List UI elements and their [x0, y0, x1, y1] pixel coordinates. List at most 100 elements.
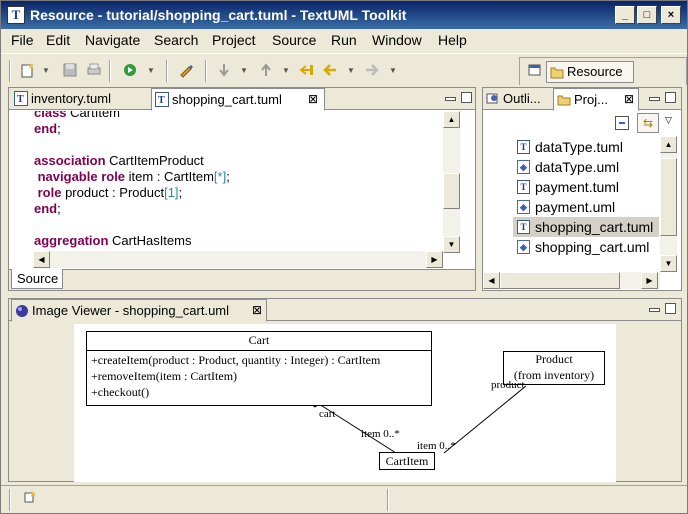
code-line: aggregation CartHasItems [34, 233, 192, 248]
minimize-view-icon[interactable] [649, 308, 660, 312]
save-icon[interactable] [61, 62, 79, 80]
resource-perspective-button[interactable]: Resource [546, 61, 634, 83]
forward-dropdown-icon[interactable]: ▼ [389, 66, 397, 75]
link-with-editor-icon[interactable]: ⇆ [637, 113, 659, 133]
code-area[interactable]: class CartItem end; association CartItem… [9, 111, 441, 253]
back-dropdown-icon[interactable]: ▼ [347, 66, 355, 75]
tab-label: inventory.tuml [31, 91, 111, 106]
main-window: T Resource - tutorial/shopping_cart.tuml… [0, 0, 688, 514]
menu-project[interactable]: Project [212, 32, 256, 48]
open-perspective-icon[interactable] [526, 62, 544, 80]
tree-item-payment-tuml[interactable]: Tpayment.tuml [513, 177, 619, 197]
toolbar-separator [9, 60, 11, 82]
next-annotation-icon[interactable] [215, 62, 233, 80]
menu-navigate[interactable]: Navigate [85, 32, 140, 48]
print-icon[interactable] [85, 62, 103, 80]
menu-source[interactable]: Source [272, 32, 316, 48]
scroll-down-icon[interactable]: ▼ [443, 236, 460, 253]
maximize-view-icon[interactable] [461, 92, 472, 103]
menu-edit[interactable]: Edit [46, 32, 70, 48]
scroll-left-icon[interactable]: ◀ [33, 251, 50, 268]
scroll-right-icon[interactable]: ▶ [641, 272, 658, 289]
association-item-product [443, 385, 527, 454]
menu-window[interactable]: Window [372, 32, 422, 48]
tab-shopping-cart[interactable]: T shopping_cart.tuml ⊠ [151, 88, 325, 111]
role-label-cart: cart [319, 408, 336, 420]
explorer-horizontal-scrollbar[interactable]: ◀ ▶ [483, 272, 660, 289]
menu-run[interactable]: Run [331, 32, 357, 48]
tree-item-datatype-tuml[interactable]: TdataType.tuml [513, 137, 623, 157]
scroll-up-icon[interactable]: ▲ [660, 136, 677, 153]
tuml-file-icon: T [517, 180, 530, 194]
close-tab-icon[interactable]: ⊠ [252, 300, 262, 321]
close-tab-icon[interactable]: ⊠ [308, 89, 318, 110]
menu-help[interactable]: Help [438, 32, 467, 48]
back-icon[interactable] [321, 62, 339, 80]
close-tab-icon[interactable]: ⊠ [624, 89, 634, 110]
tab-label: Proj... [574, 92, 608, 107]
scroll-thumb[interactable] [660, 158, 677, 236]
main-toolbar: ▼ ▼ ▼ ▼ ▼ ▼ Resource [1, 53, 687, 87]
tab-source[interactable]: Source [11, 269, 63, 289]
tree-item-label: payment.uml [535, 199, 616, 215]
role-label-item: item 0..* [361, 428, 400, 440]
editor-bottom-tabs: Source [9, 269, 475, 290]
scroll-down-icon[interactable]: ▼ [660, 255, 677, 272]
tree-item-label: dataType.tuml [535, 139, 623, 155]
menu-search[interactable]: Search [154, 32, 198, 48]
window-title: Resource - tutorial/shopping_cart.tuml -… [30, 7, 407, 23]
tree-item-payment-uml[interactable]: ◈ payment.uml [513, 197, 615, 217]
minimize-view-icon[interactable] [445, 97, 456, 101]
tree-item-label: payment.tuml [535, 179, 620, 195]
collapse-all-icon[interactable] [615, 116, 629, 130]
next-annotation-dropdown-icon[interactable]: ▼ [240, 66, 248, 75]
forward-icon[interactable] [363, 62, 381, 80]
image-viewer-panel: Image Viewer - shopping_cart.uml ⊠ Cart … [8, 298, 682, 482]
image-viewer-tab-strip: Image Viewer - shopping_cart.uml ⊠ [9, 299, 681, 322]
editor-horizontal-scrollbar[interactable]: ◀ ▶ [33, 251, 443, 268]
tab-project-explorer[interactable]: Proj... ⊠ [553, 88, 639, 111]
editor-vertical-scrollbar[interactable]: ▲ ▼ [443, 111, 460, 253]
code-line: association CartItemProduct [34, 153, 204, 168]
uml-class-cart[interactable]: Cart +createItem(product : Product, quan… [86, 331, 432, 406]
tab-outline[interactable]: Outli... [483, 88, 541, 110]
new-icon[interactable] [19, 62, 37, 80]
maximize-button[interactable]: □ [637, 6, 657, 24]
tab-image-viewer[interactable]: Image Viewer - shopping_cart.uml ⊠ [11, 299, 267, 322]
tab-inventory[interactable]: T inventory.tuml [11, 88, 111, 110]
minimize-button[interactable]: _ [615, 6, 635, 24]
title-bar[interactable]: T Resource - tutorial/shopping_cart.tuml… [1, 1, 687, 29]
explorer-vertical-scrollbar[interactable]: ▲ ▼ [660, 136, 677, 272]
run-icon[interactable] [121, 62, 139, 80]
tree-item-datatype-uml[interactable]: ◈ dataType.uml [513, 157, 619, 177]
tuml-file-icon: T [155, 92, 169, 107]
menu-bar: File Edit Navigate Search Project Source… [1, 29, 687, 51]
scroll-left-icon[interactable]: ◀ [483, 272, 500, 289]
new-dropdown-icon[interactable]: ▼ [42, 66, 50, 75]
tuml-file-icon: T [14, 91, 28, 106]
code-line: navigable role item : CartItem[*]; [34, 169, 230, 184]
pencil-icon[interactable] [177, 62, 195, 80]
tuml-file-icon: T [517, 220, 530, 234]
scroll-thumb[interactable] [443, 173, 460, 209]
explorer-tab-strip: Outli... Proj... ⊠ [483, 88, 681, 111]
scroll-right-icon[interactable]: ▶ [426, 251, 443, 268]
scroll-thumb[interactable] [500, 272, 620, 289]
tree-item-shopping-cart-uml[interactable]: ◈ shopping_cart.uml [513, 237, 649, 257]
scroll-up-icon[interactable]: ▲ [443, 111, 460, 128]
run-dropdown-icon[interactable]: ▼ [147, 66, 155, 75]
maximize-view-icon[interactable] [665, 92, 676, 103]
code-line: class CartItem [34, 111, 121, 120]
editor-tab-strip: T inventory.tuml T shopping_cart.tuml ⊠ [9, 88, 475, 111]
prev-annotation-dropdown-icon[interactable]: ▼ [282, 66, 290, 75]
maximize-view-icon[interactable] [665, 303, 676, 314]
tree-item-shopping-cart-tuml[interactable]: Tshopping_cart.tuml [513, 217, 659, 237]
minimize-view-icon[interactable] [649, 97, 660, 101]
view-menu-icon[interactable]: ▽ [665, 115, 672, 126]
prev-annotation-icon[interactable] [257, 62, 275, 80]
last-edit-icon[interactable] [297, 62, 315, 80]
close-button[interactable]: × [661, 6, 681, 24]
fast-view-icon[interactable] [21, 490, 39, 508]
menu-file[interactable]: File [11, 32, 34, 48]
uml-class-cartitem[interactable]: CartItem [379, 452, 435, 470]
